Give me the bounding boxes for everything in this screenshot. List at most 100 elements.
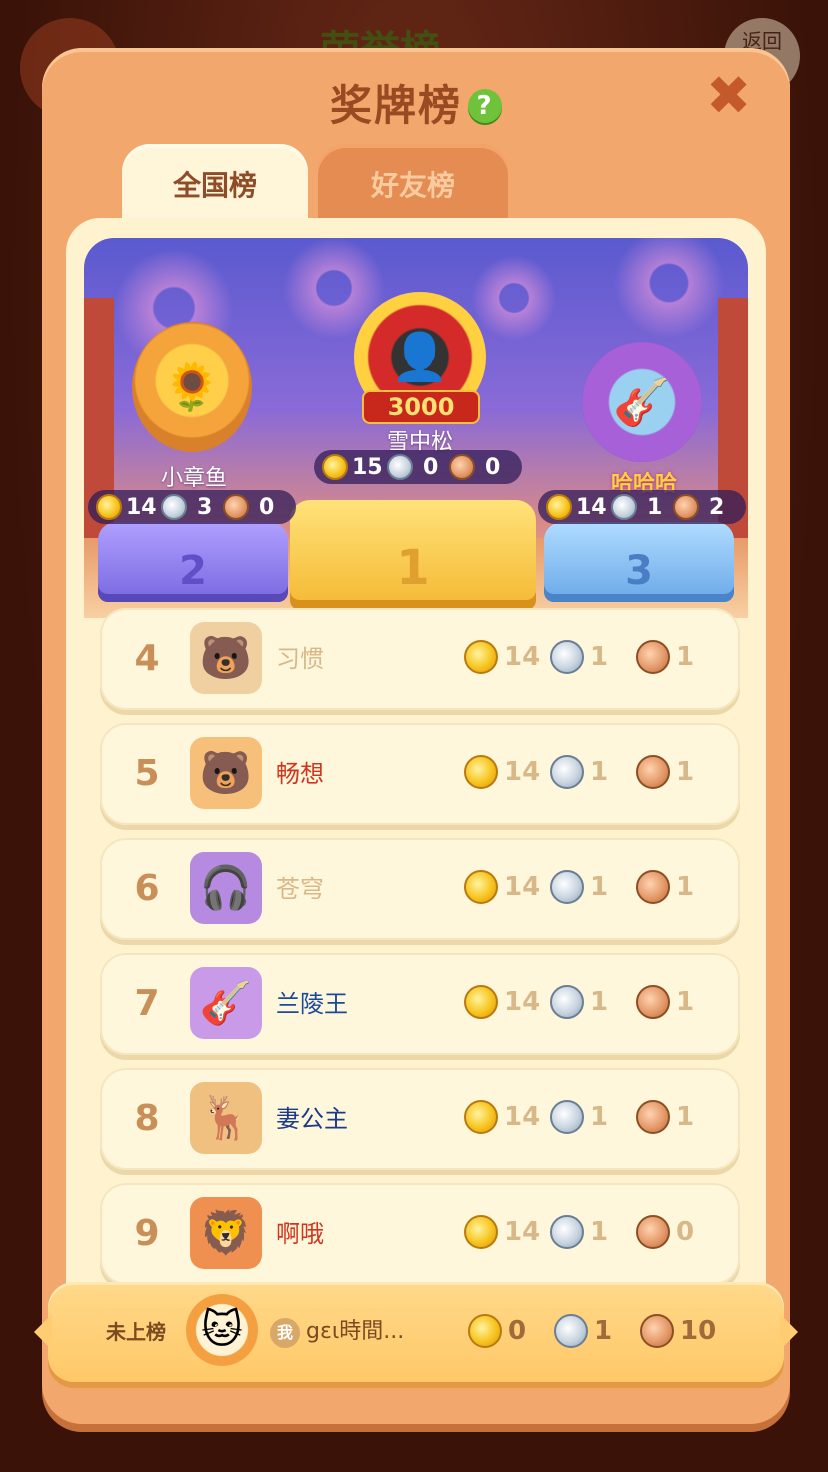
my-avatar[interactable]: 🐱 <box>186 1294 258 1366</box>
gold-count: 14 <box>504 757 541 787</box>
gold-medal-icon <box>96 494 122 520</box>
gold-medal-icon <box>464 1100 498 1134</box>
avatar-icon: 🐻 <box>199 748 253 797</box>
bronze-medal-icon <box>636 755 670 789</box>
gold-count: 14 <box>504 872 541 902</box>
my-name: gɛι時間... <box>306 1319 405 1344</box>
row-medals: 14 1 1 <box>464 1100 722 1134</box>
bronze-count: 1 <box>676 872 695 902</box>
tab-national[interactable]: 全国榜 <box>122 144 308 224</box>
silver-count: 1 <box>590 642 609 672</box>
silver-medal-icon <box>550 1100 584 1134</box>
leaderboard-row[interactable]: 6 🎧 苍穹 14 1 1 <box>100 838 740 940</box>
leaderboard-row[interactable]: 5 🐻 畅想 14 1 1 <box>100 723 740 825</box>
row-medals: 14 1 1 <box>464 870 722 904</box>
silver-count: 1 <box>590 987 609 1017</box>
podium-stage: 🌻 👤 3000 🎸 小章鱼 雪中松 哈哈哈 2 1 3 14 3 0 15 0… <box>84 238 748 618</box>
silver-count: 1 <box>646 494 663 520</box>
bronze-medal-icon <box>222 494 249 520</box>
close-icon[interactable]: ✖ <box>706 69 751 123</box>
gold-count: 14 <box>504 642 541 672</box>
bronze-count: 0 <box>258 494 275 520</box>
gold-medal-icon <box>464 870 498 904</box>
leaderboard-row[interactable]: 4 🐻 习惯 14 1 1 <box>100 608 740 710</box>
row-avatar[interactable]: 🦁 <box>190 1197 262 1269</box>
bronze-medal-icon <box>636 1215 670 1249</box>
leaderboard-row[interactable]: 7 🎸 兰陵王 14 1 1 <box>100 953 740 1055</box>
podium-rank-number: 2 <box>179 548 207 594</box>
bronze-medal-icon <box>636 870 670 904</box>
silver-medal-icon <box>550 1215 584 1249</box>
gold-count: 0 <box>508 1316 527 1346</box>
my-rank-bar[interactable]: 未上榜 🐱 我 gɛι時間... 0 1 10 <box>34 1282 798 1382</box>
row-medals: 14 1 1 <box>464 640 722 674</box>
help-icon[interactable]: ? <box>468 89 502 123</box>
bronze-count: 1 <box>676 757 695 787</box>
me-tag-badge: 我 <box>270 1318 300 1348</box>
row-player-name: 妻公主 <box>276 1105 348 1133</box>
silver-count: 1 <box>590 1102 609 1132</box>
silver-medal-icon <box>550 870 584 904</box>
gold-medal-icon <box>322 454 348 480</box>
podium-rank-number: 3 <box>625 548 653 594</box>
user-photo-icon: 👤 <box>391 329 449 384</box>
avatar-icon: 🐻 <box>199 633 253 682</box>
bronze-medal-icon <box>672 494 699 520</box>
modal-title: 奖牌榜? <box>42 72 790 133</box>
bronze-medal-icon <box>636 640 670 674</box>
modal-title-text: 奖牌榜 <box>329 81 462 130</box>
avatar-icon: 🦁 <box>199 1208 253 1257</box>
row-rank: 8 <box>134 1098 160 1139</box>
cat-icon: 🐱 <box>201 1307 243 1353</box>
gold-medal-icon <box>464 755 498 789</box>
silver-medal-icon <box>550 985 584 1019</box>
first-place-medals: 15 0 0 <box>314 450 522 484</box>
row-player-name: 习惯 <box>276 645 324 673</box>
third-place-medals: 14 1 2 <box>538 490 746 524</box>
second-place-medals: 14 3 0 <box>88 490 296 524</box>
gold-medal-icon <box>464 1215 498 1249</box>
bronze-count: 1 <box>676 1102 695 1132</box>
bronze-count: 0 <box>676 1217 695 1247</box>
second-place-avatar[interactable]: 🌻 <box>132 322 252 452</box>
gold-count: 15 <box>352 454 383 480</box>
gold-count: 14 <box>576 494 607 520</box>
my-medals: 0 1 10 <box>468 1314 726 1348</box>
tab-friends[interactable]: 好友榜 <box>318 144 508 224</box>
row-avatar[interactable]: 🐻 <box>190 737 262 809</box>
row-medals: 14 1 1 <box>464 985 722 1019</box>
row-rank: 6 <box>134 868 160 909</box>
row-avatar[interactable]: 🎧 <box>190 852 262 924</box>
leaderboard-row[interactable]: 9 🦁 啊哦 14 1 0 <box>100 1183 740 1285</box>
avatar-icon: 🦌 <box>199 1093 253 1142</box>
silver-medal-icon <box>550 755 584 789</box>
third-place-avatar[interactable]: 🎸 <box>582 342 702 462</box>
gold-medal-icon <box>546 494 572 520</box>
bronze-count: 1 <box>676 987 695 1017</box>
silver-count: 0 <box>422 454 439 480</box>
row-rank: 7 <box>134 983 160 1024</box>
row-avatar[interactable]: 🎸 <box>190 967 262 1039</box>
leaderboard-row[interactable]: 8 🦌 妻公主 14 1 1 <box>100 1068 740 1170</box>
gold-count: 14 <box>504 1102 541 1132</box>
row-rank: 5 <box>134 753 160 794</box>
silver-count: 3 <box>196 494 213 520</box>
row-rank: 4 <box>134 638 160 679</box>
row-player-name: 苍穹 <box>276 875 324 903</box>
row-avatar[interactable]: 🦌 <box>190 1082 262 1154</box>
gold-medal-icon <box>468 1314 502 1348</box>
podium-rank-number: 1 <box>396 540 430 596</box>
silver-medal-icon <box>386 454 413 480</box>
row-medals: 14 1 1 <box>464 755 722 789</box>
second-place-name: 小章鱼 <box>160 466 227 491</box>
firework-decoration <box>604 238 734 348</box>
guitar-icon: 🎸 <box>613 374 671 429</box>
medal-leaderboard-modal: 奖牌榜? ✖ 全国榜 好友榜 🌻 👤 3000 🎸 小章鱼 雪中松 哈哈哈 2 … <box>34 48 798 1424</box>
bronze-count: 1 <box>676 642 695 672</box>
gold-medal-icon <box>464 640 498 674</box>
row-avatar[interactable]: 🐻 <box>190 622 262 694</box>
bronze-medal-icon <box>636 1100 670 1134</box>
podium-second: 2 <box>98 522 288 602</box>
silver-medal-icon <box>554 1314 588 1348</box>
row-rank: 9 <box>134 1213 160 1254</box>
